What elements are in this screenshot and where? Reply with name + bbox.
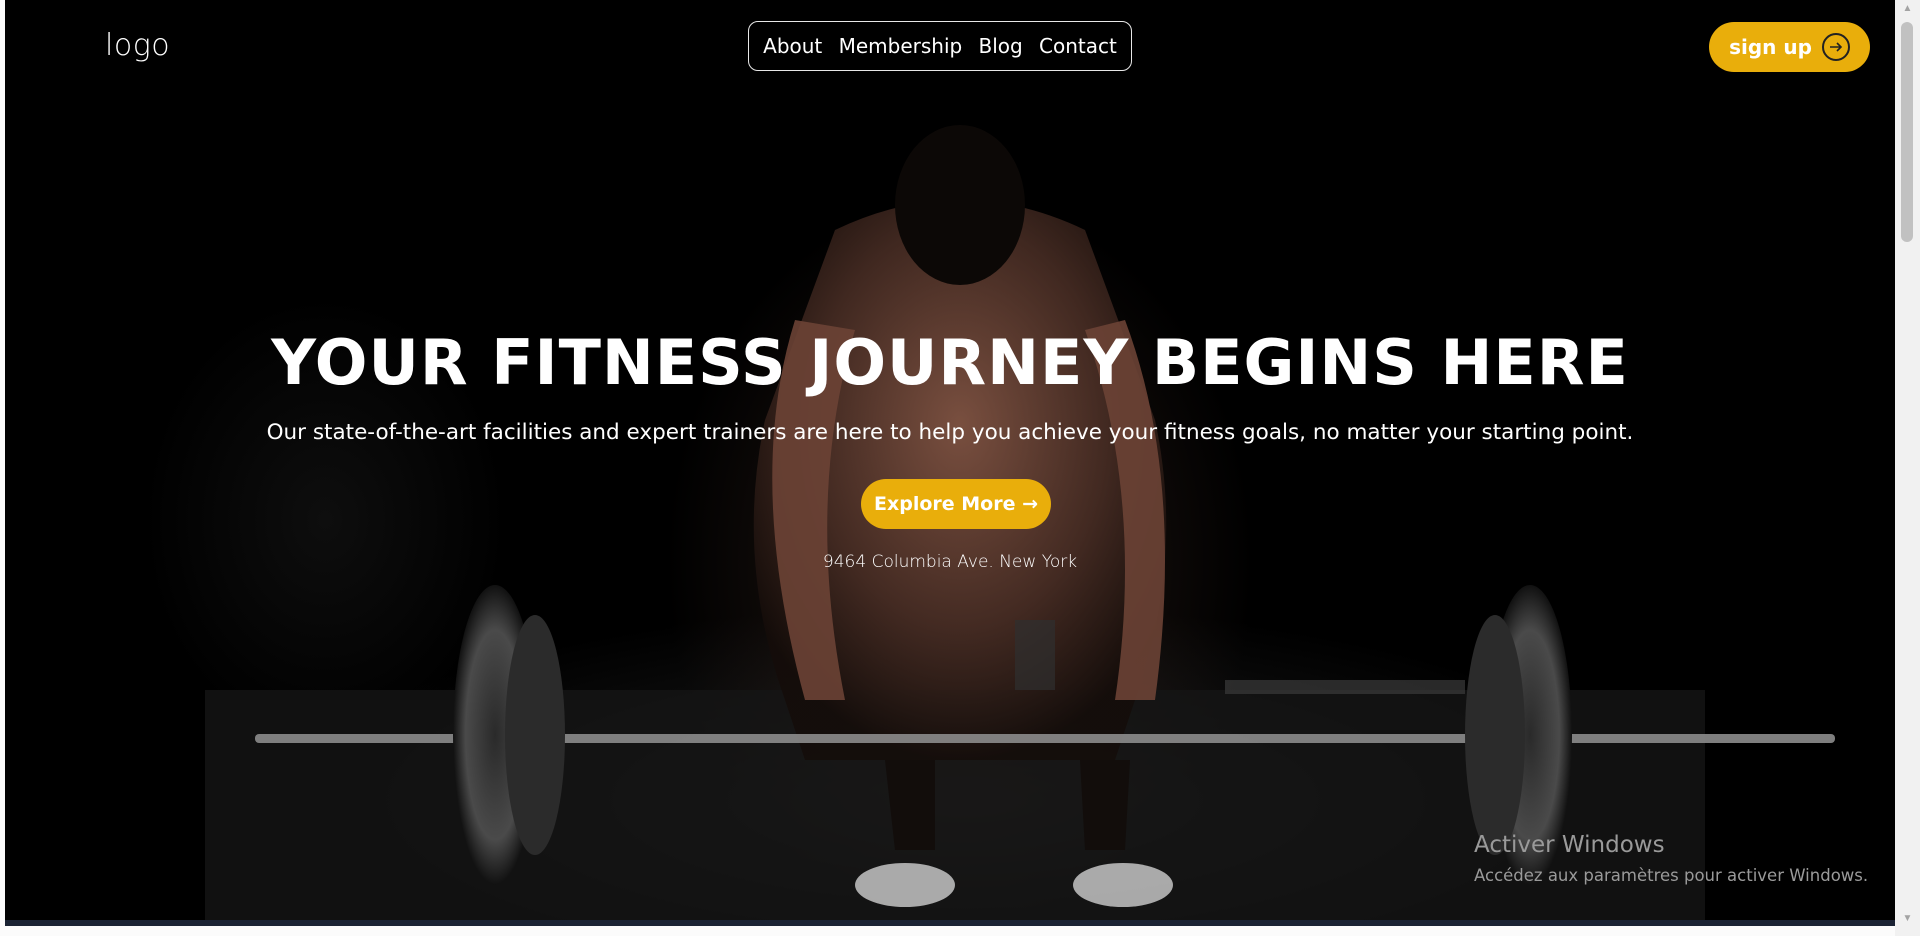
nav-link-about[interactable]: About xyxy=(763,34,822,58)
hero-headline: YOUR FITNESS JOURNEY BEGINS HERE xyxy=(271,326,1629,399)
hero-bottom-border xyxy=(5,920,1895,926)
nav-link-contact[interactable]: Contact xyxy=(1039,34,1117,58)
signup-button[interactable]: sign up xyxy=(1709,22,1870,72)
address-text: 9464 Columbia Ave. New York xyxy=(822,552,1078,572)
scroll-down-arrow-icon[interactable]: ▼ xyxy=(1895,910,1920,927)
hero-subline: Our state-of-the-art facilities and expe… xyxy=(266,420,1634,445)
scroll-up-arrow-icon[interactable]: ▲ xyxy=(1895,0,1920,17)
hero-background-image xyxy=(205,125,1835,920)
vertical-scrollbar[interactable]: ▲ ▼ xyxy=(1895,0,1920,936)
main-nav: About Membership Blog Contact xyxy=(748,21,1132,71)
nav-link-membership[interactable]: Membership xyxy=(839,34,963,58)
logo[interactable]: logo xyxy=(105,28,170,63)
explore-more-button[interactable]: Explore More → xyxy=(861,479,1051,529)
windows-activation-title: Activer Windows xyxy=(1474,832,1665,858)
nav-link-blog[interactable]: Blog xyxy=(979,34,1023,58)
browser-viewport: logo About Membership Blog Contact sign … xyxy=(0,0,1920,936)
arrow-right-circle-icon xyxy=(1821,33,1850,61)
windows-activation-subtitle: Accédez aux paramètres pour activer Wind… xyxy=(1474,866,1869,885)
scrollbar-thumb[interactable] xyxy=(1901,22,1913,242)
hero-section: logo About Membership Blog Contact sign … xyxy=(5,0,1895,920)
signup-label: sign up xyxy=(1729,35,1812,59)
